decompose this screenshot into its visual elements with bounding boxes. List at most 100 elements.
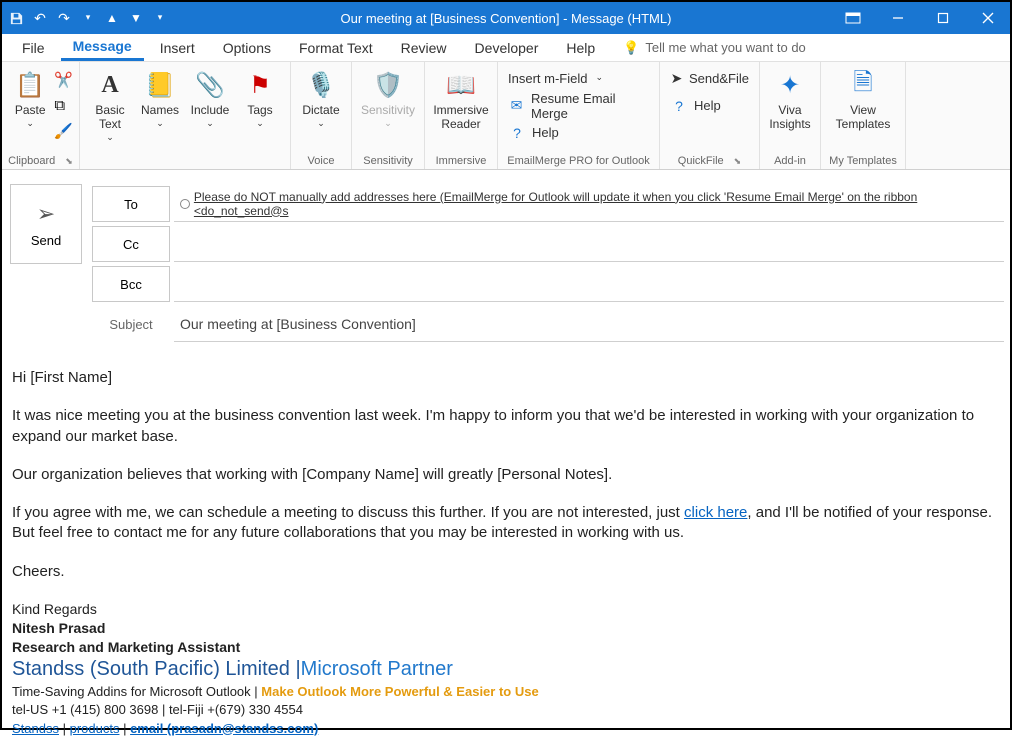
group-voice: Voice <box>297 153 345 167</box>
help-icon: ? <box>508 124 526 142</box>
ribbon: 📋 Paste ⌄ ✂️ ⧉ 🖌️ Clipboard ⬊ A Basic Tex… <box>2 62 1010 170</box>
bcc-button[interactable]: Bcc <box>92 266 170 302</box>
group-quickfile: QuickFile <box>678 155 724 167</box>
chevron-down-icon: ⌄ <box>26 118 34 129</box>
message-body[interactable]: Hi [First Name] It was nice meeting you … <box>10 344 1004 745</box>
sig-regards: Kind Regards <box>12 600 996 619</box>
redo-icon[interactable]: ↷ <box>56 10 72 26</box>
sensitivity-button: 🛡️ Sensitivity⌄ <box>358 65 418 134</box>
nav-dropdown-icon[interactable]: ▾ <box>152 9 168 25</box>
maximize-button[interactable] <box>920 2 965 34</box>
templates-icon: 🗎 <box>847 69 879 101</box>
group-templates: My Templates <box>827 153 899 167</box>
body-greeting: Hi [First Name] <box>12 368 996 388</box>
subject-field[interactable]: Our meeting at [Business Convention] <box>174 306 1004 342</box>
group-sensitivity: Sensitivity <box>358 153 418 167</box>
templates-button[interactable]: 🗎 View Templates <box>827 65 899 135</box>
menu-format[interactable]: Format Text <box>287 36 385 60</box>
book-icon: 📖 <box>445 69 477 101</box>
send-file-button[interactable]: ➤Send&File <box>666 67 753 90</box>
titlebar: ↶ ↷ ▾ ▲ ▼ ▾ Our meeting at [Business Con… <box>2 2 1010 34</box>
body-p3: If you agree with me, we can schedule a … <box>12 503 996 544</box>
group-addin: Add-in <box>766 153 814 167</box>
menu-review[interactable]: Review <box>389 36 459 60</box>
close-button[interactable] <box>965 2 1010 34</box>
click-here-link[interactable]: click here <box>684 504 747 521</box>
menu-options[interactable]: Options <box>211 36 283 60</box>
tags-button[interactable]: ⚑ Tags⌄ <box>236 65 284 134</box>
address-book-icon: 📒 <box>144 69 176 101</box>
sig-tagline: Time-Saving Addins for Microsoft Outlook… <box>12 683 996 701</box>
menu-help[interactable]: Help <box>554 36 607 60</box>
to-field[interactable]: Please do NOT manually add addresses her… <box>174 186 1004 222</box>
subject-label: Subject <box>92 317 170 332</box>
qf-help-button[interactable]: ?Help <box>666 94 753 117</box>
viva-icon: ✦ <box>774 69 806 101</box>
minimize-button[interactable] <box>875 2 920 34</box>
attach-icon: 📎 <box>194 69 226 101</box>
send-icon: ➢ <box>37 201 55 227</box>
group-emailmerge: EmailMerge PRO for Outlook <box>504 153 653 167</box>
send-icon: ➤ <box>670 70 683 88</box>
bulb-icon: 💡 <box>623 40 639 56</box>
basic-text-button[interactable]: A Basic Text⌄ <box>86 65 134 148</box>
launcher-icon[interactable]: ⬊ <box>65 156 73 167</box>
flag-icon: ⚑ <box>244 69 276 101</box>
merge-help-button[interactable]: ?Help <box>504 121 653 144</box>
body-p4: Cheers. <box>12 562 996 582</box>
sensitivity-icon: 🛡️ <box>372 69 404 101</box>
body-p2: Our organization believes that working w… <box>12 465 996 485</box>
cut-icon[interactable]: ✂️ <box>54 71 73 89</box>
undo-icon[interactable]: ↶ <box>32 10 48 26</box>
font-icon: A <box>94 69 126 101</box>
to-button[interactable]: To <box>92 186 170 222</box>
signature: Kind Regards Nitesh Prasad Research and … <box>12 600 996 738</box>
contact-icon <box>180 199 190 209</box>
up-icon[interactable]: ▲ <box>104 10 120 26</box>
immersive-button[interactable]: 📖 Immersive Reader <box>431 65 491 135</box>
help-icon: ? <box>670 97 688 115</box>
sig-links: Standss | products | email (prasadn@stan… <box>12 719 996 738</box>
to-value: Please do NOT manually add addresses her… <box>194 190 1004 218</box>
sig-role: Research and Marketing Assistant <box>12 638 996 657</box>
link-standss[interactable]: Standss <box>12 721 59 736</box>
sig-company: Standss (South Pacific) Limited |Microso… <box>12 656 996 683</box>
sig-tels: tel-US +1 (415) 800 3698 | tel-Fiji +(67… <box>12 701 996 719</box>
dictate-button[interactable]: 🎙️ Dictate⌄ <box>297 65 345 134</box>
copy-icon[interactable]: ⧉ <box>54 97 73 114</box>
menu-file[interactable]: File <box>10 36 57 60</box>
menu-message[interactable]: Message <box>61 34 144 61</box>
body-p1: It was nice meeting you at the business … <box>12 406 996 447</box>
link-email[interactable]: email (prasadn@standss.com) <box>130 721 318 736</box>
menu-insert[interactable]: Insert <box>148 36 207 60</box>
save-icon[interactable] <box>8 10 24 26</box>
menu-developer[interactable]: Developer <box>463 36 551 60</box>
group-immersive: Immersive <box>431 153 491 167</box>
cc-field[interactable] <box>174 226 1004 262</box>
launcher-icon[interactable]: ⬊ <box>734 156 742 167</box>
include-button[interactable]: 📎 Include⌄ <box>186 65 234 134</box>
send-button[interactable]: ➢ Send <box>10 184 82 264</box>
link-products[interactable]: products <box>70 721 120 736</box>
resume-merge-button[interactable]: ✉Resume Email Merge <box>504 94 653 117</box>
mic-icon: 🎙️ <box>305 69 337 101</box>
viva-button[interactable]: ✦ Viva Insights <box>766 65 814 135</box>
qat-dropdown-icon[interactable]: ▾ <box>80 9 96 25</box>
names-button[interactable]: 📒 Names⌄ <box>136 65 184 134</box>
down-icon[interactable]: ▼ <box>128 10 144 26</box>
tell-me[interactable]: 💡 Tell me what you want to do <box>623 40 806 56</box>
insert-mfield-button[interactable]: Insert m-Field⌄ <box>504 67 653 90</box>
bcc-field[interactable] <box>174 266 1004 302</box>
paste-label: Paste <box>15 103 46 117</box>
window-title: Our meeting at [Business Convention] - M… <box>341 11 672 26</box>
group-clipboard: Clipboard <box>8 155 55 167</box>
menubar: File Message Insert Options Format Text … <box>2 34 1010 62</box>
sig-name: Nitesh Prasad <box>12 619 996 638</box>
merge-icon: ✉ <box>508 97 525 115</box>
ribbon-display-icon[interactable] <box>830 2 875 34</box>
format-painter-icon[interactable]: 🖌️ <box>54 122 73 140</box>
tell-me-text: Tell me what you want to do <box>645 40 805 55</box>
paste-button[interactable]: 📋 Paste ⌄ <box>8 65 52 134</box>
cc-button[interactable]: Cc <box>92 226 170 262</box>
compose-area: ➢ Send To Please do NOT manually add add… <box>2 170 1010 751</box>
